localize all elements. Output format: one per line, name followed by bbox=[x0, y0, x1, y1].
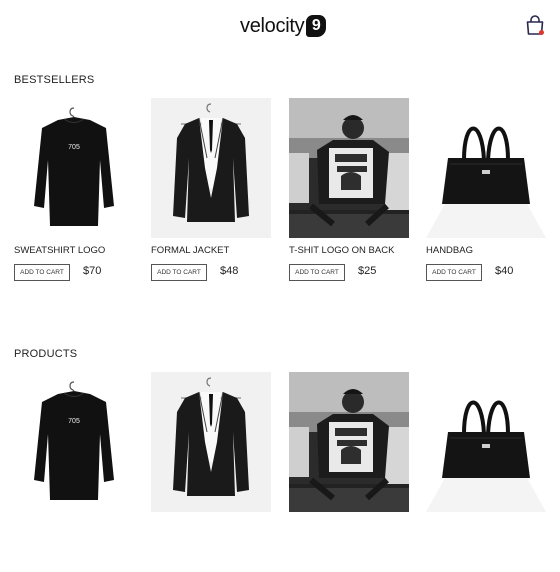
brand-badge: 9 bbox=[306, 15, 327, 37]
product-card bbox=[151, 372, 271, 572]
product-name[interactable]: FORMAL JACKET bbox=[151, 245, 229, 256]
product-card: 705 SWEATSHIRT LOGO ADD TO CART $70 bbox=[14, 98, 134, 298]
sweatshirt-image[interactable]: 705 bbox=[14, 98, 134, 238]
product-name[interactable]: SWEATSHIRT LOGO bbox=[14, 245, 105, 256]
tshirt-photo[interactable] bbox=[289, 372, 409, 512]
product-price: $48 bbox=[220, 265, 239, 277]
product-name[interactable]: T-SHIT LOGO ON BACK bbox=[289, 245, 394, 256]
section-title-bestsellers: BESTSELLERS bbox=[14, 74, 95, 86]
jacket-image[interactable] bbox=[151, 372, 271, 512]
cart-notification-dot bbox=[539, 30, 544, 35]
product-card bbox=[426, 372, 546, 572]
jacket-image[interactable] bbox=[151, 98, 271, 238]
add-to-cart-button[interactable]: ADD TO CART bbox=[151, 264, 207, 281]
add-to-cart-button[interactable]: ADD TO CART bbox=[14, 264, 70, 281]
add-to-cart-button[interactable]: ADD TO CART bbox=[289, 264, 345, 281]
shopping-bag-icon[interactable] bbox=[524, 14, 546, 36]
add-to-cart-button[interactable]: ADD TO CART bbox=[426, 264, 482, 281]
product-card: FORMAL JACKET ADD TO CART $48 bbox=[151, 98, 271, 298]
product-card: HANDBAG ADD TO CART $40 bbox=[426, 98, 546, 298]
sweatshirt-image[interactable]: 705 bbox=[14, 372, 134, 512]
brand-logo[interactable]: velocity 9 bbox=[240, 14, 327, 38]
bestsellers-grid: 705 SWEATSHIRT LOGO ADD TO CART $70 FORM… bbox=[0, 98, 560, 298]
brand-name: velocity bbox=[240, 15, 305, 37]
shirt-print: 705 bbox=[68, 418, 80, 425]
product-card: T-SHIT LOGO ON BACK ADD TO CART $25 bbox=[289, 98, 409, 298]
product-name[interactable]: HANDBAG bbox=[426, 245, 473, 256]
product-card: 705 bbox=[14, 372, 134, 572]
handbag-image[interactable] bbox=[426, 372, 546, 512]
product-price: $40 bbox=[495, 265, 514, 277]
products-grid: 705 bbox=[0, 372, 560, 572]
shirt-print: 705 bbox=[68, 144, 80, 151]
product-price: $25 bbox=[358, 265, 377, 277]
site-header: velocity 9 bbox=[0, 0, 560, 55]
product-card bbox=[289, 372, 409, 572]
handbag-image[interactable] bbox=[426, 98, 546, 238]
product-price: $70 bbox=[83, 265, 102, 277]
section-title-products: PRODUCTS bbox=[14, 348, 78, 360]
tshirt-photo[interactable] bbox=[289, 98, 409, 238]
